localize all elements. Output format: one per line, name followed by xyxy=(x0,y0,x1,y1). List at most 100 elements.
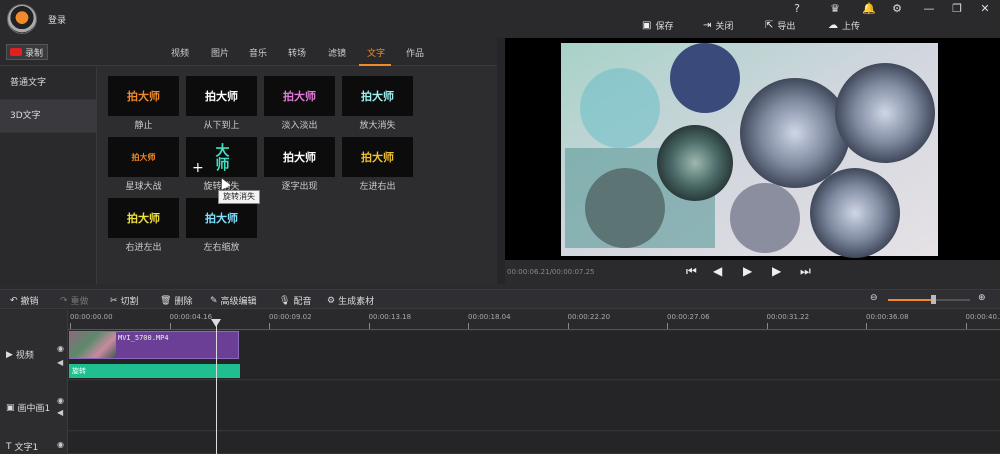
login-link[interactable]: 登录 xyxy=(48,13,66,26)
panel-splitter[interactable] xyxy=(497,38,505,284)
effect-thumb-right-in-left-out[interactable]: 拍大师 xyxy=(108,198,179,238)
eye-icon[interactable]: ◉ xyxy=(57,344,64,353)
undo-button[interactable]: ↶ 撤销 xyxy=(10,294,39,308)
save-button[interactable]: ▣ 保存 xyxy=(642,19,673,32)
track-label-pip: ▣ 画中画1 xyxy=(6,401,50,415)
zoom-fill xyxy=(888,299,934,301)
delete-button[interactable]: 🗑 删除 xyxy=(160,294,192,308)
help-icon[interactable]: ? xyxy=(788,2,806,15)
speaker-icon[interactable]: ◀ xyxy=(57,408,63,417)
ruler-tick xyxy=(169,323,171,329)
video-track-name: 视频 xyxy=(15,351,34,361)
dub-button[interactable]: 🎙 配音 xyxy=(279,294,312,308)
upload-icon: ☁ xyxy=(828,20,838,31)
effect-clip[interactable]: 旋转 xyxy=(69,364,240,378)
dub-label: 配音 xyxy=(293,297,312,307)
text-track-icon: T xyxy=(6,441,12,452)
export-button[interactable]: ⇱ 导出 xyxy=(765,19,795,32)
category-3d-text[interactable]: 3D文字 xyxy=(0,100,96,133)
ruler-tick xyxy=(667,323,668,329)
user-avatar[interactable] xyxy=(7,4,37,34)
ruler-tick-label: 00:00:09.02 xyxy=(269,313,312,321)
zoom-in-icon[interactable]: ⊕ xyxy=(978,293,986,303)
effect-thumb-left-in-right-out[interactable]: 拍大师 xyxy=(342,137,413,177)
close-window-icon[interactable]: ✕ xyxy=(976,2,994,15)
tab-video[interactable]: 视频 xyxy=(171,46,189,59)
ruler-tick-label: 00:00:22.20 xyxy=(567,313,611,321)
effect-label-word-by-word: 逐字出现 xyxy=(281,182,318,192)
effect-label-lr-scale: 左右缩放 xyxy=(203,243,240,253)
ruler-tick xyxy=(766,323,768,329)
effect-thumb-static[interactable]: 拍大师 xyxy=(108,76,179,116)
ruler-tick-label: 00:00:13.18 xyxy=(368,313,412,321)
effect-thumb-star-wars[interactable]: 拍大师 xyxy=(108,137,179,177)
clip-thumbnail xyxy=(70,332,116,358)
eye-icon[interactable]: ◉ xyxy=(57,440,64,449)
tab-filter[interactable]: 滤镜 xyxy=(328,46,346,59)
cut-label: 切割 xyxy=(120,297,139,307)
add-effect-icon[interactable]: + xyxy=(192,160,204,176)
tooltip: 旋转消失 xyxy=(218,190,260,204)
record-label: 录制 xyxy=(25,48,44,59)
play-icon[interactable]: ▶ xyxy=(743,264,752,278)
microphone-icon: 🎙 xyxy=(279,295,291,306)
effect-thumb-word-by-word[interactable]: 拍大师 xyxy=(264,137,335,177)
ruler-tick xyxy=(269,323,270,329)
pip-track[interactable] xyxy=(68,381,1000,431)
ruler-tick-label: 00:00:04.16 xyxy=(169,313,213,321)
generate-material-button[interactable]: ⚙ 生成素材 xyxy=(327,294,374,308)
effect-thumb-bottom-up[interactable]: 拍大师 xyxy=(186,76,257,116)
vip-icon[interactable]: ♛ xyxy=(826,2,844,15)
zoom-slider-handle[interactable] xyxy=(931,295,937,304)
restore-icon[interactable]: ❐ xyxy=(948,2,966,15)
effect-thumb-lr-scale[interactable]: 拍大师 xyxy=(186,198,257,238)
skip-end-icon[interactable]: ⏭ xyxy=(800,264,811,279)
step-back-icon[interactable]: ◀ xyxy=(713,264,722,278)
tab-music[interactable]: 音乐 xyxy=(249,46,267,59)
tab-transition[interactable]: 转场 xyxy=(288,46,306,59)
tab-text[interactable]: 文字 xyxy=(367,46,385,59)
ruler-tick-label: 00:00:40.2 xyxy=(965,313,1000,321)
library-tabs: 录制 视频 图片 音乐 转场 滤镜 文字 作品 xyxy=(0,38,497,66)
ruler-tick xyxy=(866,323,867,329)
tab-works[interactable]: 作品 xyxy=(406,46,424,59)
tab-image[interactable]: 图片 xyxy=(211,46,229,59)
minimize-icon[interactable]: — xyxy=(920,2,938,15)
ruler-tick-label: 00:00:36.08 xyxy=(866,313,909,321)
playhead-handle[interactable] xyxy=(211,319,221,327)
speaker-icon[interactable]: ◀ xyxy=(57,358,63,367)
zoom-out-icon[interactable]: ⊖ xyxy=(870,293,878,303)
trash-icon: 🗑 xyxy=(160,295,172,306)
category-normal-text[interactable]: 普通文字 xyxy=(0,67,96,100)
settings-icon[interactable]: ⚙ xyxy=(888,2,906,15)
save-label: 保存 xyxy=(655,22,674,32)
record-icon xyxy=(10,48,22,56)
close-button[interactable]: ⇥ 关闭 xyxy=(703,19,733,32)
advanced-edit-button[interactable]: ✎ 高级编辑 xyxy=(210,294,257,308)
effect-thumb-zoom-out[interactable]: 拍大师 xyxy=(342,76,413,116)
timeline-ruler[interactable]: 00:00:00.00 00:00:04.16 00:00:09.02 00:00:1… xyxy=(68,310,1000,330)
skip-start-icon[interactable]: ⏮ xyxy=(686,264,697,279)
redo-icon: ↷ xyxy=(60,295,68,306)
close-label: 关闭 xyxy=(715,22,734,32)
playhead[interactable] xyxy=(216,320,217,454)
cut-button[interactable]: ✂ 切割 xyxy=(110,294,139,308)
effect-label-static: 静止 xyxy=(134,121,153,131)
zoom-slider[interactable] xyxy=(888,295,970,304)
ruler-tick xyxy=(468,323,469,329)
pip-track-icon: ▣ xyxy=(6,402,15,413)
export-icon: ⇱ xyxy=(765,20,774,31)
notification-icon[interactable]: 🔔 xyxy=(860,2,878,15)
record-button[interactable]: 录制 xyxy=(6,44,48,60)
eye-icon[interactable]: ◉ xyxy=(57,396,64,405)
redo-button[interactable]: ↷ 重做 xyxy=(60,294,89,308)
export-label: 导出 xyxy=(777,22,796,32)
effect-label-left-in-right-out: 左进右出 xyxy=(359,182,396,192)
video-preview[interactable] xyxy=(505,38,1000,260)
video-clip[interactable]: MVI_5700.MP4 xyxy=(69,331,239,359)
effect-thumb-fade[interactable]: 拍大师 xyxy=(264,76,335,116)
step-forward-icon[interactable]: ▶ xyxy=(772,264,781,278)
text-track[interactable] xyxy=(68,432,1000,454)
track-label-text: T 文字1 xyxy=(6,440,38,454)
upload-button[interactable]: ☁ 上传 xyxy=(828,19,860,32)
